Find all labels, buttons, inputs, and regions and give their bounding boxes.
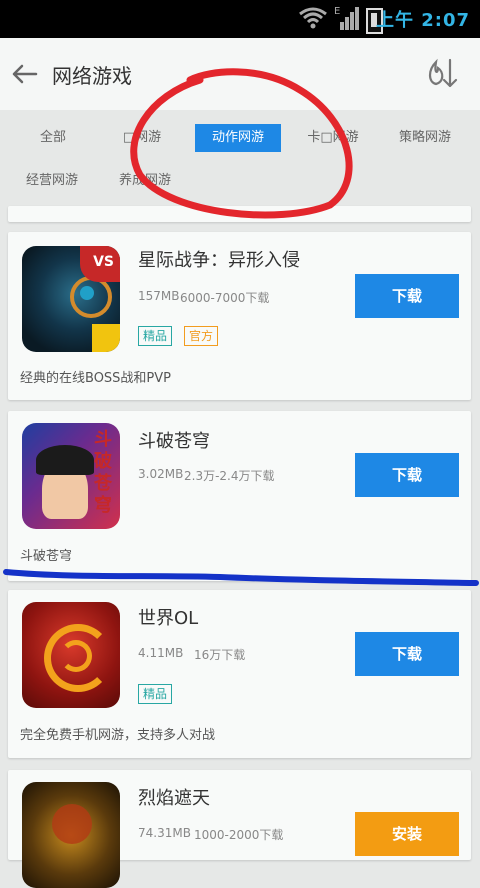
app-size: 157MB	[138, 289, 180, 303]
app-description: 经典的在线BOSS战和PVP	[20, 371, 171, 386]
vs-badge: VS	[93, 254, 114, 270]
app-description: 完全免费手机网游，支持多人对战	[20, 728, 216, 743]
install-button[interactable]: 安装	[355, 812, 459, 856]
status-bar: E 上午 2:07	[0, 0, 480, 38]
app-icon-world-ol	[22, 602, 120, 708]
app-downloads: 16万下载	[194, 648, 246, 662]
app-icon-calligraphy: 斗破苍穹	[94, 429, 112, 516]
filter-strategy-online[interactable]: 策略网游	[388, 124, 462, 152]
signal-icon: E	[334, 6, 360, 30]
list-item-partial	[8, 206, 471, 222]
app-size: 74.31MB	[138, 826, 191, 840]
app-card[interactable]: 烈焰遮天 74.31MB 1000-2000下载 安装	[8, 770, 471, 888]
clock: 上午 2:07	[375, 10, 470, 31]
tag-featured: 精品	[138, 684, 173, 704]
wifi-icon	[299, 7, 327, 29]
app-size: 3.02MB	[138, 467, 184, 481]
app-card[interactable]: VS 星际战争：异形入侵 157MB 6000-7000下载 精品 官方 下载 …	[8, 232, 471, 400]
category-filter-bar: 全部 □网游 动作网游 卡□网游 策略网游 经营网游 养成网游	[0, 110, 480, 206]
app-name: 世界OL	[138, 608, 199, 629]
app-card[interactable]: 世界OL 4.11MB 16万下载 精品 下载 完全免费手机网游，支持多人对战	[8, 590, 471, 758]
filter-all[interactable]: 全部	[18, 124, 88, 152]
app-size: 4.11MB	[138, 646, 184, 660]
app-card[interactable]: 斗破苍穹 斗破苍穹 3.02MB 2.3万-2.4万下载 下载 斗破苍穹	[8, 411, 471, 581]
app-icon-star-war: VS	[22, 246, 120, 352]
download-button[interactable]: 下载	[355, 274, 459, 318]
download-button[interactable]: 下载	[355, 453, 459, 497]
app-downloads: 1000-2000下载	[194, 828, 284, 842]
tag-featured: 精品	[138, 326, 173, 346]
filter-management-online[interactable]: 经营网游	[16, 167, 88, 195]
filter-action-online[interactable]: 动作网游	[195, 124, 281, 152]
filter-nurture-online[interactable]: 养成网游	[110, 167, 180, 195]
filter-online-1[interactable]: □网游	[106, 124, 178, 152]
download-button[interactable]: 下载	[355, 632, 459, 676]
back-arrow-icon[interactable]	[10, 60, 38, 88]
app-icon-doupo: 斗破苍穹	[22, 423, 120, 529]
app-downloads: 2.3万-2.4万下载	[184, 469, 275, 483]
app-name: 星际战争：异形入侵	[138, 250, 300, 271]
filter-card-online[interactable]: 卡□网游	[296, 124, 370, 152]
app-description: 斗破苍穹	[20, 549, 73, 564]
tag-official: 官方	[184, 326, 219, 346]
app-name: 烈焰遮天	[138, 788, 210, 809]
app-name: 斗破苍穹	[138, 431, 210, 452]
app-icon-lieyan	[22, 782, 120, 888]
app-bar: 网络游戏	[0, 38, 480, 111]
page-title: 网络游戏	[52, 64, 132, 88]
sort-icon[interactable]	[424, 54, 458, 92]
app-downloads: 6000-7000下载	[180, 291, 270, 305]
